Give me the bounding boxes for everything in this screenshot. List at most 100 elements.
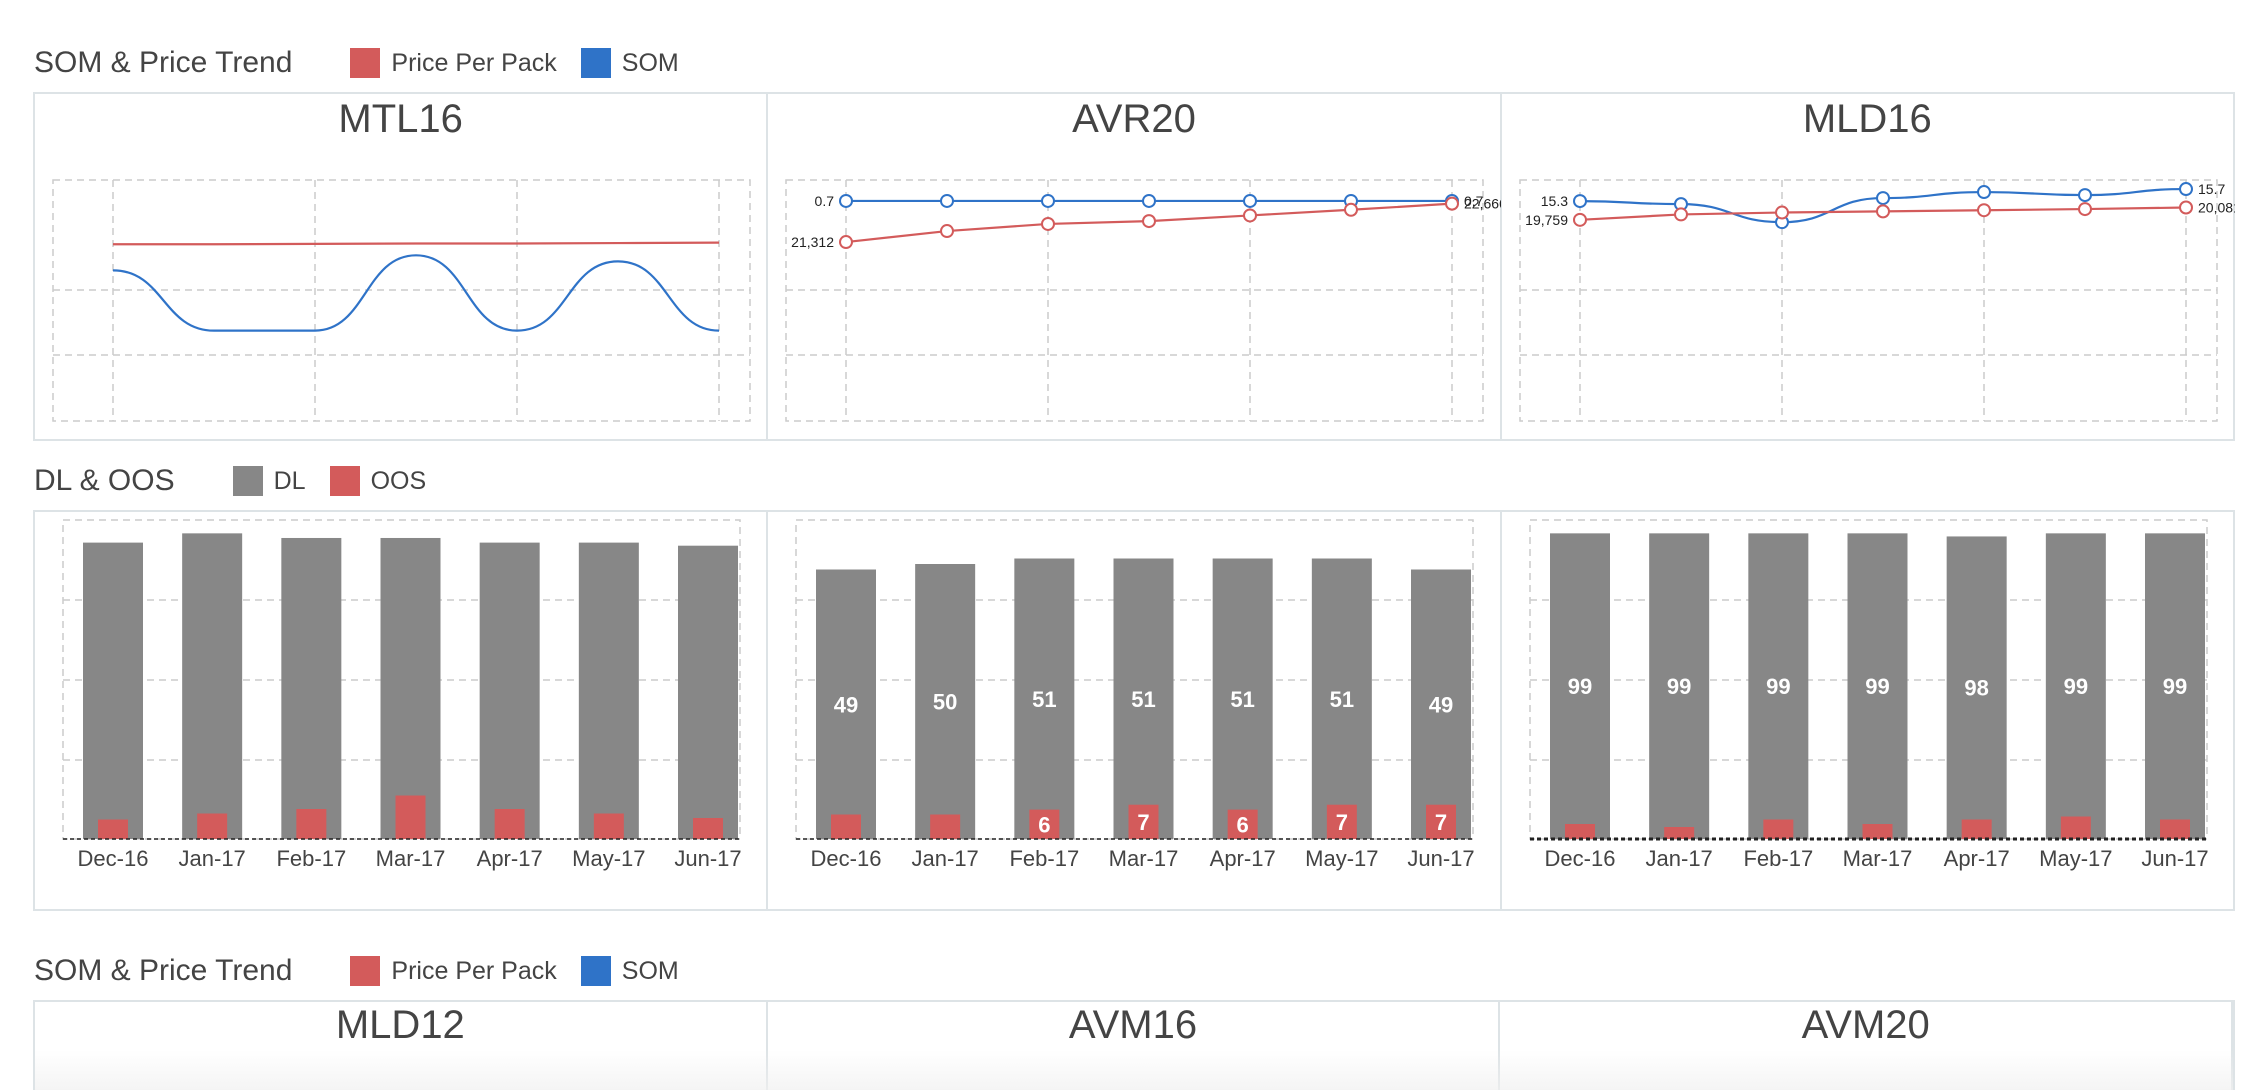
- oos-bar: [2060, 816, 2091, 839]
- som-point: [1572, 194, 1587, 209]
- som-point: [940, 193, 955, 208]
- section-title: SOM & Price Trend: [34, 46, 293, 79]
- plot-border: [52, 179, 751, 422]
- x-tick-label: Jan-17: [179, 846, 246, 871]
- line-chart: 0.70.721,31222,666: [785, 179, 1501, 422]
- section-title: DL & OOS: [34, 464, 175, 497]
- som-point: [1243, 193, 1258, 208]
- oos-bar: [1961, 819, 1992, 839]
- legend-item-price[interactable]: Price Per Pack: [350, 48, 557, 78]
- panel-title: AVM16: [1068, 1003, 1198, 1047]
- som-point: [1976, 185, 1991, 200]
- line-chart: [52, 179, 751, 422]
- legend-swatch-som: [580, 48, 611, 78]
- som-point: [839, 193, 854, 208]
- dl-bar: [380, 537, 441, 839]
- x-tick-label: Apr-17: [1943, 846, 2009, 871]
- oos-bar: [395, 795, 426, 839]
- line-chart-row-2: MLD12 AVM16 AVM20: [33, 1000, 2235, 1090]
- dl-data-label: 98: [1964, 676, 1988, 701]
- dl-bar: [83, 542, 143, 839]
- bar-chart: Dec-16 Jan-17 Feb-17 Mar-17 Apr-17 May-17 Jun-…: [62, 519, 742, 871]
- legend-label: SOM: [621, 48, 679, 77]
- scroll-fade: [35, 1050, 2233, 1090]
- x-tick-label: Apr-17: [1210, 846, 1276, 871]
- oos-data-label: 7: [1435, 810, 1447, 835]
- plot-border: [785, 179, 1485, 422]
- som-point: [2178, 182, 2193, 197]
- som-point: [1041, 193, 1056, 208]
- line-panel-3: MLD16 15.315.719,75920,081: [1502, 94, 2235, 439]
- plot-border: [1518, 179, 2218, 422]
- end-label: 15.7: [2198, 181, 2225, 197]
- dl-bar: [578, 542, 639, 839]
- legend-label: SOM: [621, 956, 679, 985]
- legend-label: Price Per Pack: [391, 956, 557, 985]
- price-point: [1445, 196, 1460, 211]
- oos-bar: [494, 809, 525, 839]
- legend-item-oos[interactable]: OOS: [329, 466, 426, 496]
- oos-data-label: 7: [1138, 810, 1150, 835]
- panel-title: AVM20: [1801, 1003, 1930, 1047]
- dl-data-label: 99: [1567, 674, 1591, 699]
- oos-data-label: 7: [1336, 810, 1348, 835]
- dl-data-label: 51: [1330, 687, 1354, 712]
- end-label: 15.3: [1540, 193, 1567, 209]
- dl-data-label: 99: [2063, 674, 2087, 699]
- dl-data-label: 99: [1865, 674, 1889, 699]
- price-point: [2178, 200, 2193, 215]
- end-label: 19,759: [1525, 212, 1568, 228]
- x-tick-label: Jan-17: [912, 846, 979, 871]
- price-point: [1572, 212, 1587, 227]
- legend-swatch-som: [580, 956, 611, 986]
- oos-bar: [593, 813, 624, 839]
- oos-bar: [2159, 819, 2190, 839]
- oos-bar: [1564, 824, 1595, 839]
- oos-bar: [1663, 827, 1694, 839]
- oos-bar: [831, 814, 862, 839]
- price-point: [1976, 203, 1991, 218]
- end-label: 22,666: [1464, 196, 1501, 212]
- bar-chart: 49 Dec-16 50 Jan-17 51 6 Feb-17 51 7 Mar-17 51 6 Apr…: [795, 519, 1475, 871]
- dl-data-label: 51: [1132, 687, 1156, 712]
- dl-data-label: 50: [933, 690, 957, 715]
- dl-bar: [678, 545, 738, 839]
- bar-panel-3: 99 Dec-16 99 Jan-17 99 Feb-17 99 Mar-17 98 Apr-17…: [1502, 512, 2233, 909]
- line-chart: 15.3 15.7 19,759 20,081: [1518, 179, 2235, 422]
- price-point: [1774, 205, 1789, 220]
- som-point: [1875, 191, 1890, 206]
- legend-item-som[interactable]: SOM: [580, 48, 679, 78]
- legend-swatch-price: [350, 956, 381, 986]
- price-line: [113, 241, 720, 246]
- oos-bar: [1762, 819, 1793, 839]
- legend-label: Price Per Pack: [391, 48, 557, 77]
- legend-swatch-price: [350, 48, 381, 78]
- price-point: [1344, 202, 1359, 217]
- oos-bar: [296, 809, 327, 839]
- dl-data-label: 51: [1032, 687, 1056, 712]
- price-point: [2077, 202, 2092, 217]
- x-tick-label: Feb-17: [1743, 846, 1813, 871]
- som-line: [112, 254, 720, 332]
- legend-label: DL: [273, 466, 306, 495]
- x-tick-label: Mar-17: [1842, 846, 1912, 871]
- bar-chart: 99 Dec-16 99 Jan-17 99 Feb-17 99 Mar-17 98 Apr-17…: [1528, 519, 2208, 871]
- dl-bar: [182, 533, 243, 839]
- legend-item-price[interactable]: Price Per Pack: [350, 956, 557, 986]
- legend-item-dl[interactable]: DL: [232, 466, 306, 496]
- dl-data-label: 49: [1429, 692, 1453, 717]
- price-point: [1142, 214, 1157, 229]
- dl-bar: [281, 537, 342, 839]
- bar-panel-2: 49 Dec-16 50 Jan-17 51 6 Feb-17 51 7 Mar-17 51 6 Apr…: [768, 512, 1502, 909]
- legend-item-som[interactable]: SOM: [580, 956, 679, 986]
- som-point: [2077, 188, 2092, 203]
- price-point: [1041, 216, 1056, 231]
- legend-swatch-oos: [329, 466, 360, 496]
- price-point: [839, 235, 854, 250]
- end-label: 0.7: [815, 193, 835, 209]
- oos-bar: [930, 814, 961, 839]
- line-panel-2: AVR20 0.70.721,31222,666: [768, 94, 1502, 439]
- oos-bar: [693, 818, 723, 839]
- dl-data-label: 99: [2162, 674, 2186, 699]
- panel-title: MLD12: [335, 1003, 465, 1047]
